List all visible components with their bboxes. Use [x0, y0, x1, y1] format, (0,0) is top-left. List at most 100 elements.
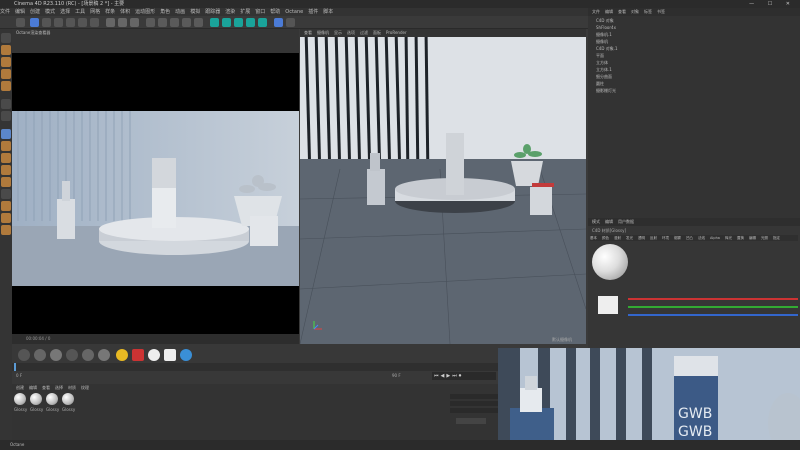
x-axis-icon[interactable] [66, 18, 75, 27]
coord-y-field[interactable] [450, 401, 498, 406]
perspective-viewport[interactable] [299, 28, 587, 345]
material-thumbnail[interactable] [62, 393, 74, 405]
menu-item[interactable]: 文件 [0, 9, 10, 15]
lock-workplane-icon[interactable] [1, 153, 11, 163]
channel-tab[interactable]: 基本 [590, 236, 597, 240]
viewport-menu-item[interactable]: 摄像机 [317, 30, 329, 35]
render-preview-image[interactable] [12, 111, 299, 286]
texture-mode-icon[interactable] [1, 45, 11, 55]
tweak-mode-icon[interactable] [1, 111, 11, 121]
channel-tab[interactable]: 发光 [626, 236, 633, 240]
channel-tab[interactable]: 法线 [698, 236, 705, 240]
sculpt-icon[interactable] [1, 201, 11, 211]
octane-camera-icon[interactable] [258, 18, 267, 27]
octane-light-icon[interactable] [246, 18, 255, 27]
pen-icon[interactable] [158, 18, 167, 27]
move-tool-icon[interactable] [30, 18, 39, 27]
z-axis-icon[interactable] [90, 18, 99, 27]
material-manager-menu-item[interactable]: 材质 [68, 385, 76, 390]
timeline-end[interactable]: 90 F [392, 373, 401, 378]
object-row[interactable]: 摄影棚灯光 [588, 88, 800, 94]
object-row[interactable]: C4D 对象 [588, 18, 800, 24]
color-g-slider[interactable] [628, 306, 798, 308]
material-manager-menu-item[interactable]: 纹理 [81, 385, 89, 390]
menu-item[interactable]: 角色 [160, 9, 170, 15]
cloner-icon[interactable] [182, 18, 191, 27]
material-thumbnail[interactable] [30, 393, 42, 405]
color-swatch[interactable] [598, 296, 618, 314]
menu-item[interactable]: 网格 [90, 9, 100, 15]
octane-live-icon[interactable] [210, 18, 219, 27]
object-row[interactable]: 摄像机 [588, 39, 800, 45]
object-row[interactable]: ShFloor4x [588, 25, 800, 31]
menu-item[interactable]: Octane [285, 9, 303, 15]
object-row[interactable]: 细分曲面 [588, 74, 800, 80]
rotate-tool-icon[interactable] [54, 18, 63, 27]
paint-icon[interactable] [1, 189, 11, 199]
sphere-icon[interactable] [34, 349, 46, 361]
menu-item[interactable]: 选择 [60, 9, 70, 15]
menu-item[interactable]: 工具 [75, 9, 85, 15]
material-manager-menu-item[interactable]: 选择 [55, 385, 63, 390]
channel-tab[interactable]: 反射 [650, 236, 657, 240]
menu-item[interactable]: 窗口 [255, 9, 265, 15]
channel-tab[interactable]: 凹凸 [686, 236, 693, 240]
menu-item[interactable]: 模拟 [190, 9, 200, 15]
contrast-icon[interactable] [180, 349, 192, 361]
object-manager-menu-item[interactable]: 查看 [618, 9, 626, 14]
channel-tab[interactable]: 漫射 [614, 236, 621, 240]
fresnel-icon[interactable] [98, 349, 110, 361]
menu-item[interactable]: 帮助 [270, 9, 280, 15]
gradient-icon[interactable] [82, 349, 94, 361]
menu-item[interactable]: 创建 [30, 9, 40, 15]
viewport-menu-item[interactable]: 面板 [373, 30, 381, 35]
attribute-manager-menu-item[interactable]: 编辑 [605, 219, 613, 224]
material-manager-menu-item[interactable]: 查看 [42, 385, 50, 390]
attribute-manager-menu-item[interactable]: 模式 [592, 219, 600, 224]
channel-tab[interactable]: 指定 [773, 236, 780, 240]
channel-tab[interactable]: 颜色 [602, 236, 609, 240]
object-manager-menu-item[interactable]: 编辑 [605, 9, 613, 14]
grid-icon[interactable] [274, 18, 283, 27]
rectangle-icon[interactable] [164, 349, 176, 361]
scale-tool-icon[interactable] [42, 18, 51, 27]
material-thumbnail[interactable] [14, 393, 26, 405]
menu-item[interactable]: 插件 [308, 9, 318, 15]
menu-item[interactable]: 编辑 [15, 9, 25, 15]
window-controls[interactable]: — ☐ ✕ [749, 0, 796, 8]
sun-icon[interactable] [116, 349, 128, 361]
material-manager-menu-item[interactable]: 编辑 [29, 385, 37, 390]
viewport-menu-item[interactable]: ProRender [386, 30, 407, 35]
playback-controls[interactable]: ⏮◀▶⏭⏺ [432, 372, 496, 380]
menu-item[interactable]: 模式 [45, 9, 55, 15]
edge-mode-icon[interactable] [1, 69, 11, 79]
object-manager-menu-item[interactable]: 标签 [644, 9, 652, 14]
octane-settings-icon[interactable] [222, 18, 231, 27]
object-manager-menu-item[interactable]: 文件 [592, 9, 600, 14]
menu-item[interactable]: 样条 [105, 9, 115, 15]
channel-tab[interactable]: Alpha [710, 236, 720, 240]
polygon-mode-icon[interactable] [1, 81, 11, 91]
channel-tab[interactable]: 透明 [638, 236, 645, 240]
object-row[interactable]: 摄像机.1 [588, 32, 800, 38]
channel-tab[interactable]: 置换 [737, 236, 744, 240]
record-icon[interactable] [132, 349, 144, 361]
uv-edit-icon[interactable] [1, 213, 11, 223]
noise-icon[interactable] [66, 349, 78, 361]
snap-icon[interactable] [286, 18, 295, 27]
y-axis-icon[interactable] [78, 18, 87, 27]
layer-icon[interactable] [18, 349, 30, 361]
cube-icon[interactable] [146, 18, 155, 27]
target-icon[interactable] [148, 349, 160, 361]
object-manager-menu-item[interactable]: 对象 [631, 9, 639, 14]
render-viewer-tab[interactable]: Octane渲染查看器 [16, 30, 50, 35]
menu-item[interactable]: 运动图形 [135, 9, 155, 15]
brush-icon[interactable] [1, 225, 11, 235]
menu-item[interactable]: 体积 [120, 9, 130, 15]
channel-tab[interactable]: 编辑 [749, 236, 756, 240]
object-row[interactable]: 平面 [588, 53, 800, 59]
octane-material-icon[interactable] [234, 18, 243, 27]
menu-item[interactable]: 动画 [175, 9, 185, 15]
timeline-start[interactable]: 0 F [16, 373, 22, 378]
object-row[interactable]: 立方体 [588, 60, 800, 66]
